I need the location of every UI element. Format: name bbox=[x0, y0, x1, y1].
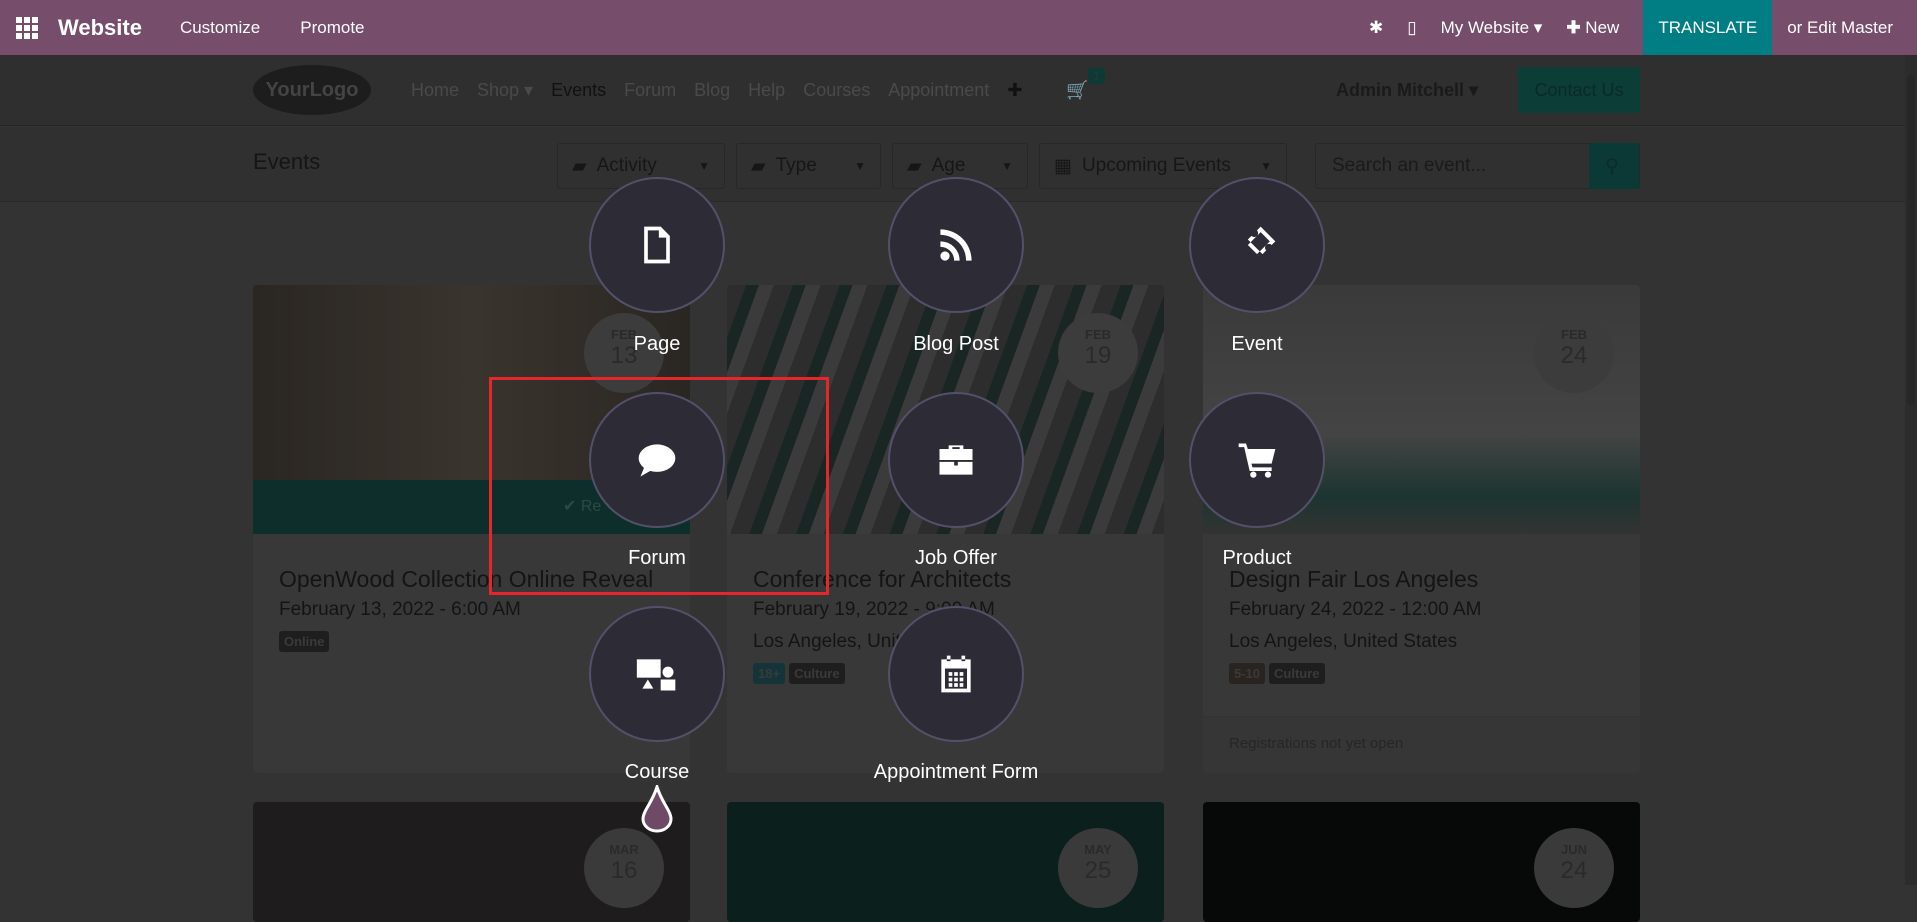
rss-icon bbox=[940, 229, 972, 261]
new-product-label: Product bbox=[1222, 547, 1292, 569]
plus-icon: ✚ bbox=[1566, 17, 1581, 37]
search-icon: ⚲ bbox=[1605, 155, 1619, 177]
new-page-button[interactable] bbox=[589, 177, 725, 313]
caret-down-icon: ▼ bbox=[1001, 159, 1013, 173]
tag: Culture bbox=[789, 663, 845, 684]
translate-button[interactable]: TRANSLATE bbox=[1643, 0, 1773, 55]
promote-menu[interactable]: Promote bbox=[300, 18, 364, 38]
mobile-preview-icon[interactable]: ▯ bbox=[1407, 18, 1416, 38]
folder-icon: ▰ bbox=[751, 155, 766, 177]
calendar-icon: ▦ bbox=[1054, 155, 1072, 177]
cart-icon[interactable]: 🛒 1 bbox=[1066, 67, 1106, 101]
customize-menu[interactable]: Customize bbox=[180, 18, 260, 38]
tag: 5-10 bbox=[1229, 663, 1266, 684]
page-title: Events bbox=[253, 149, 321, 174]
type-filter[interactable]: ▰ Type ▼ bbox=[736, 143, 881, 189]
highlight-box bbox=[489, 377, 829, 595]
event-card[interactable]: FEB 24 Design Fair Los Angeles February 24… bbox=[1203, 285, 1640, 773]
date-badge: MAR 16 bbox=[584, 828, 664, 908]
tag: Online bbox=[279, 631, 330, 652]
new-course-label: Course bbox=[624, 761, 690, 783]
date-badge: FEB 24 bbox=[1534, 313, 1614, 393]
new-blog-post-label: Blog Post bbox=[913, 333, 999, 355]
tag: Culture bbox=[1269, 663, 1325, 684]
scrollbar[interactable] bbox=[1905, 55, 1917, 885]
folder-icon: ▰ bbox=[907, 155, 922, 177]
new-page-label: Page bbox=[633, 333, 681, 355]
nav-blog[interactable]: Blog bbox=[694, 80, 730, 101]
event-date: February 13, 2022 - 6:00 AM bbox=[279, 599, 521, 620]
cart-icon bbox=[1238, 443, 1276, 478]
website-navbar: YourLogo Home Shop ▾ Events Forum Blog H… bbox=[0, 55, 1905, 126]
new-appointment-form-label: Appointment Form bbox=[873, 761, 1039, 783]
date-badge: MAY 25 bbox=[1058, 828, 1138, 908]
caret-down-icon: ▼ bbox=[854, 159, 866, 173]
ticket-icon bbox=[1247, 226, 1276, 255]
cart-count-badge: 1 bbox=[1088, 67, 1106, 84]
event-card[interactable]: JUN 24 bbox=[1203, 802, 1640, 922]
briefcase-icon bbox=[939, 445, 973, 475]
caret-down-icon: ▼ bbox=[1260, 159, 1272, 173]
edit-master-link[interactable]: or Edit Master bbox=[1787, 18, 1893, 38]
top-bar: Website Customize Promote ✱ ▯ My Website… bbox=[0, 0, 1917, 55]
event-location: Los Angeles, United States bbox=[1229, 631, 1458, 652]
registration-status: Registrations not yet open bbox=[1203, 716, 1640, 773]
nav-forum[interactable]: Forum bbox=[624, 80, 676, 101]
new-blog-post-button[interactable] bbox=[888, 177, 1024, 313]
nav-courses[interactable]: Courses bbox=[803, 80, 870, 101]
apps-menu-icon[interactable] bbox=[16, 16, 38, 39]
caret-down-icon: ▼ bbox=[698, 159, 710, 173]
event-title[interactable]: Design Fair Los Angeles bbox=[1229, 566, 1614, 593]
event-search: Search an event... ⚲ bbox=[1315, 143, 1640, 189]
new-job-offer-button[interactable] bbox=[888, 392, 1024, 528]
my-website-dropdown[interactable]: My Website ▾ bbox=[1441, 18, 1543, 38]
nav-help[interactable]: Help bbox=[748, 80, 785, 101]
add-menu-icon[interactable]: ✚ bbox=[1007, 80, 1022, 101]
calendar-icon bbox=[941, 655, 971, 693]
event-card[interactable]: MAR 16 bbox=[253, 802, 690, 922]
new-appointment-form-button[interactable] bbox=[888, 606, 1024, 742]
tag: 18+ bbox=[753, 663, 786, 684]
nav-events[interactable]: Events bbox=[551, 80, 606, 101]
date-badge: JUN 24 bbox=[1534, 828, 1614, 908]
nav-appointment[interactable]: Appointment bbox=[888, 80, 989, 101]
new-course-button[interactable] bbox=[589, 606, 725, 742]
new-button[interactable]: ✚ New bbox=[1566, 18, 1619, 38]
file-icon bbox=[644, 226, 670, 264]
user-menu[interactable]: Admin Mitchell ▾ bbox=[1336, 80, 1478, 101]
contact-us-button[interactable]: Contact Us bbox=[1518, 67, 1640, 113]
presentation-icon bbox=[636, 659, 676, 691]
new-event-label: Event bbox=[1231, 333, 1283, 355]
folder-icon: ▰ bbox=[572, 155, 587, 177]
nav-home[interactable]: Home bbox=[411, 80, 459, 101]
logo[interactable]: YourLogo bbox=[253, 65, 371, 115]
new-job-offer-label: Job Offer bbox=[915, 547, 997, 569]
new-event-button[interactable] bbox=[1189, 177, 1325, 313]
debug-bug-icon[interactable]: ✱ bbox=[1369, 18, 1383, 38]
new-product-button[interactable] bbox=[1189, 392, 1325, 528]
nav-shop[interactable]: Shop ▾ bbox=[477, 80, 533, 101]
search-input[interactable]: Search an event... bbox=[1316, 155, 1589, 177]
search-button[interactable]: ⚲ bbox=[1589, 143, 1639, 189]
event-card[interactable]: MAY 25 bbox=[727, 802, 1164, 922]
app-title[interactable]: Website bbox=[58, 15, 142, 41]
event-date: February 24, 2022 - 12:00 AM bbox=[1229, 599, 1482, 620]
drop-indicator-icon bbox=[641, 785, 673, 833]
